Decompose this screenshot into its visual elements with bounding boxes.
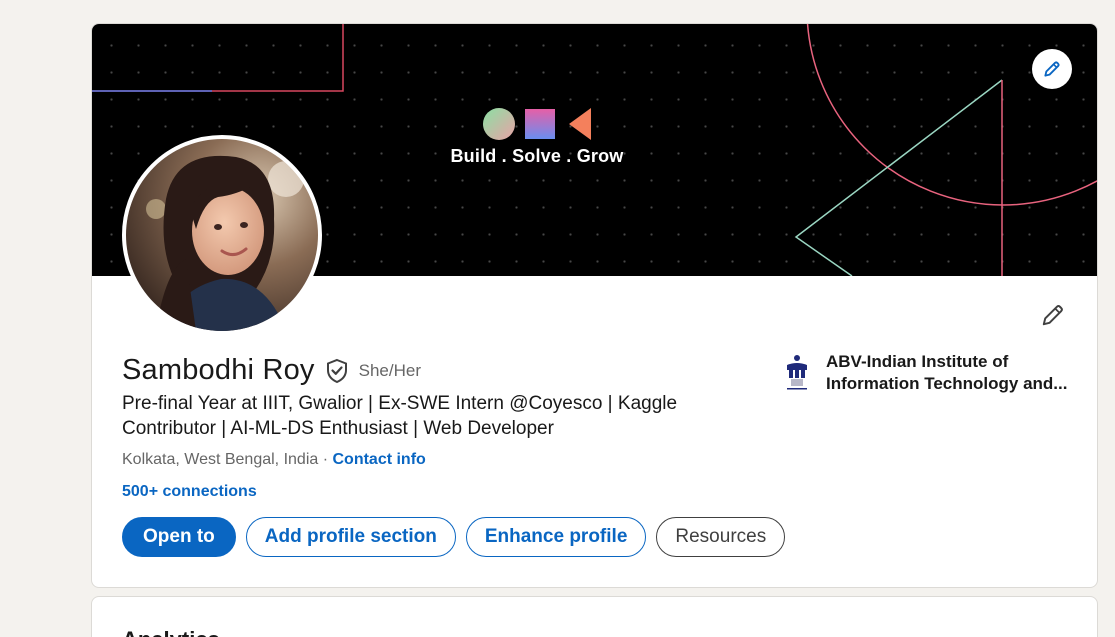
location-separator: ·	[318, 451, 333, 468]
resources-button[interactable]: Resources	[656, 517, 786, 557]
banner-brand: Build . Solve . Grow	[447, 106, 627, 167]
banner-triangle-edge	[794, 79, 1003, 276]
connections-link[interactable]: 500+ connections	[122, 483, 257, 501]
institute-name-line1: ABV-Indian Institute of	[826, 352, 1009, 371]
brand-shapes	[447, 106, 627, 142]
brand-square-shape	[525, 109, 555, 139]
pencil-icon	[1042, 305, 1063, 326]
verification-badge[interactable]	[325, 358, 349, 384]
institute-name: ABV-Indian Institute of Information Tech…	[826, 351, 1076, 395]
profile-name: Sambodhi Roy	[122, 354, 315, 386]
brand-circle-shape	[483, 108, 515, 140]
education-entry[interactable]: ABV-Indian Institute of Information Tech…	[780, 351, 1076, 395]
profile-actions: Open to Add profile section Enhance prof…	[122, 517, 786, 557]
analytics-title: Analytics	[122, 627, 220, 637]
enhance-profile-button[interactable]: Enhance profile	[465, 517, 647, 557]
profile-name-row: Sambodhi Roy She/Her	[122, 354, 421, 387]
institute-name-line2: Information Technology and...	[826, 374, 1068, 393]
brand-triangle-shape	[569, 108, 591, 140]
edit-intro-button[interactable]	[1036, 298, 1070, 332]
profile-pronouns: She/Her	[358, 360, 421, 380]
location-row: Kolkata, West Bengal, India · Contact in…	[122, 451, 426, 469]
pencil-icon	[1044, 61, 1060, 77]
contact-info-link[interactable]: Contact info	[332, 451, 425, 468]
profile-intro-card: Build . Solve . Grow Sambodhi Roy She/He…	[91, 23, 1098, 588]
analytics-card: Analytics	[91, 596, 1098, 637]
profile-location: Kolkata, West Bengal, India	[122, 451, 319, 468]
institute-logo-icon	[780, 351, 814, 391]
profile-headline: Pre-final Year at IIIT, Gwalior | Ex-SWE…	[122, 393, 678, 439]
shield-check-icon	[326, 358, 347, 383]
banner-corner-line	[92, 24, 344, 92]
banner-brand-text: Build . Solve . Grow	[450, 146, 624, 166]
profile-photo[interactable]	[122, 135, 322, 335]
profile-photo-image	[126, 139, 318, 331]
add-profile-section-button[interactable]: Add profile section	[245, 517, 456, 557]
open-to-button[interactable]: Open to	[122, 517, 236, 557]
edit-banner-button[interactable]	[1032, 49, 1072, 89]
